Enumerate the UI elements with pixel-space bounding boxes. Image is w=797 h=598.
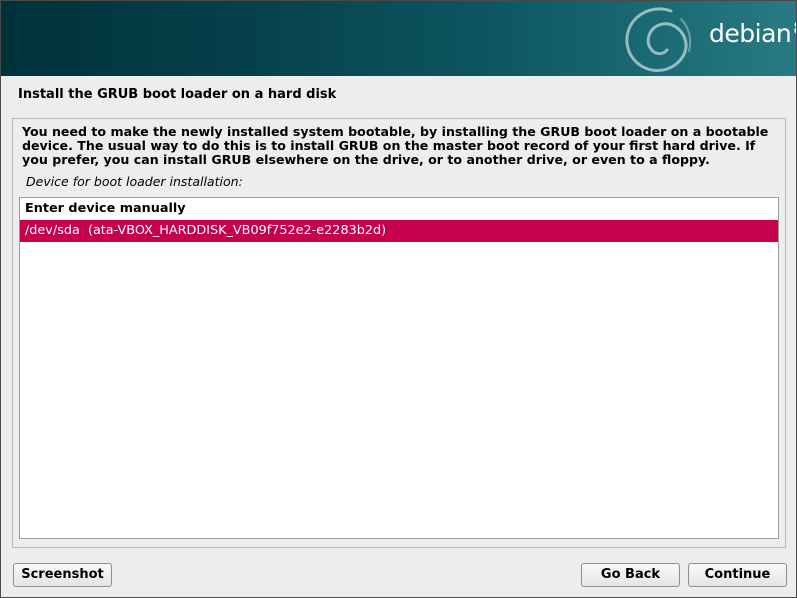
device-field-label: Device for boot loader installation: (26, 174, 243, 189)
list-item-dev-sda[interactable]: /dev/sda (ata-VBOX_HARDDISK_VB09f752e2-e… (20, 220, 778, 242)
installer-window: debian8 Install the GRUB boot loader on … (0, 0, 797, 598)
screenshot-button[interactable]: Screenshot (13, 563, 112, 587)
brand-version: 8 (793, 19, 796, 39)
debian-swirl-icon (625, 7, 692, 72)
device-listbox[interactable]: Enter device manually /dev/sda (ata-VBOX… (19, 197, 779, 539)
continue-button[interactable]: Continue (688, 563, 787, 587)
page-title: Install the GRUB boot loader on a hard d… (18, 87, 337, 102)
content-panel: You need to make the newly installed sys… (12, 118, 786, 548)
description-line: You need to make the newly installed sys… (22, 124, 769, 139)
description-line: device. The usual way to do this is to i… (22, 138, 756, 153)
description-line: you prefer, you can install GRUB elsewhe… (22, 152, 710, 167)
go-back-button[interactable]: Go Back (581, 563, 680, 587)
description-text: You need to make the newly installed sys… (22, 125, 782, 167)
list-item-enter-manually[interactable]: Enter device manually (20, 198, 778, 220)
brand-name: debian (709, 19, 792, 48)
debian-logo: debian8 (709, 19, 796, 52)
debian-banner: debian8 (1, 1, 796, 76)
